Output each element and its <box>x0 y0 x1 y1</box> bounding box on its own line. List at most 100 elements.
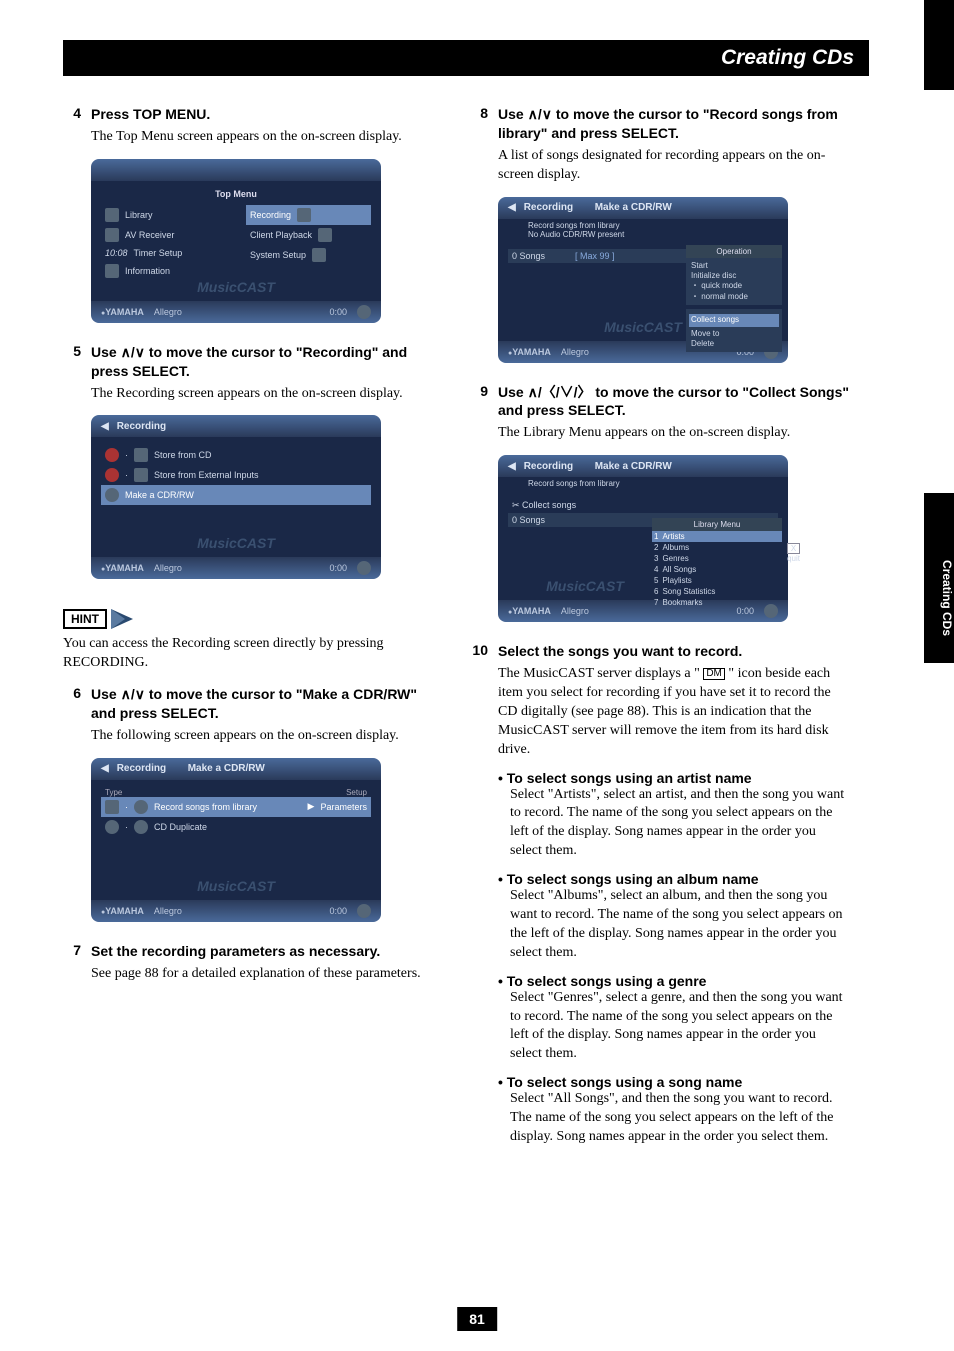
step-number: 5 <box>63 343 81 381</box>
hint-tag: HINT <box>63 609 133 629</box>
step-title: Use ∧/〈/∨/〉 to move the cursor to "Colle… <box>498 383 850 421</box>
track: Allegro <box>561 347 589 357</box>
ss-item: AV Receiver <box>125 230 174 240</box>
brand: YAMAHA <box>105 906 144 916</box>
ss-item: Library <box>125 210 153 220</box>
track: Allegro <box>154 906 182 916</box>
step-number: 6 <box>63 685 81 723</box>
bullet-body: Select "All Songs", and then the song yo… <box>510 1090 850 1147</box>
play-icon <box>357 904 371 918</box>
ss-item: Store from External Inputs <box>154 470 259 480</box>
op-item: ・ quick mode <box>691 281 777 291</box>
play-icon <box>357 561 371 575</box>
top-black-tab <box>924 0 954 90</box>
step-7: 7 Set the recording parameters as necess… <box>63 942 443 961</box>
bullet-body: Select "Albums", select an album, and th… <box>510 887 850 963</box>
watermark: MusicCAST <box>197 279 275 295</box>
brand: YAMAHA <box>512 606 551 616</box>
bullet-title: • To select songs using an album name <box>498 871 850 887</box>
track: Allegro <box>154 307 182 317</box>
step-body: The Recording screen appears on the on-s… <box>91 385 443 404</box>
col-head: Setup <box>346 788 367 797</box>
step-title: Select the songs you want to record. <box>498 642 742 661</box>
screenshot-library-menu: ◀Recording Make a CDR/RW Record songs fr… <box>498 455 788 622</box>
ss-item: Parameters <box>320 802 367 812</box>
step-title: Press TOP MENU. <box>91 105 210 124</box>
step-body: The Library Menu appears on the on-scree… <box>498 424 850 443</box>
brand: YAMAHA <box>105 563 144 573</box>
watermark: MusicCAST <box>604 319 682 335</box>
track: Allegro <box>154 563 182 573</box>
dm-icon: DM <box>703 668 725 680</box>
page-header: Creating CDs <box>63 40 869 76</box>
step-4: 4 Press TOP MENU. <box>63 105 443 124</box>
op-item: Initialize disc <box>691 271 777 281</box>
collect: Collect songs <box>522 500 576 510</box>
step-body: The MusicCAST server displays a " DM " i… <box>498 665 850 759</box>
step-6: 6 Use ∧/∨ to move the cursor to "Make a … <box>63 685 443 723</box>
step-5: 5 Use ∧/∨ to move the cursor to "Recordi… <box>63 343 443 381</box>
ss-item: Store from CD <box>154 450 212 460</box>
step-title: Use ∧/∨ to move the cursor to "Recording… <box>91 343 443 381</box>
lib-item-hl: Artists <box>662 532 684 541</box>
play-icon <box>357 305 371 319</box>
max: [ Max 99 ] <box>575 251 615 261</box>
ss-sub: Record songs from library <box>528 221 620 230</box>
op-item: ・ normal mode <box>691 292 777 302</box>
lib-item: Song Statistics <box>662 587 715 596</box>
ss-title-b: Make a CDR/RW <box>595 461 672 472</box>
time: 0:00 <box>329 307 347 317</box>
page-number: 81 <box>457 1307 497 1331</box>
brand: YAMAHA <box>512 347 551 357</box>
time: 0:00 <box>329 906 347 916</box>
bullet-title: • To select songs using an artist name <box>498 770 850 786</box>
ss-sub: Record songs from library <box>498 477 788 490</box>
op-item-hl: Collect songs <box>689 314 779 326</box>
ss-title-a: Recording <box>524 461 573 472</box>
step-8: 8 Use ∧/∨ to move the cursor to "Record … <box>470 105 850 143</box>
brand: YAMAHA <box>105 307 144 317</box>
ss-item-hl: Recording <box>250 210 291 220</box>
flag-icon <box>111 609 133 629</box>
step-title: Set the recording parameters as necessar… <box>91 942 380 961</box>
timer-icon: 10:08 <box>105 248 128 258</box>
screenshot-make-cdrrw: ◀Recording Make a CDR/RW TypeSetup ·Reco… <box>91 758 381 922</box>
watermark: MusicCAST <box>197 535 275 551</box>
screenshot-record-from-lib: ◀Recording Make a CDR/RW Record songs fr… <box>498 197 788 363</box>
track: Allegro <box>561 606 589 616</box>
ss-item: Timer Setup <box>134 248 183 258</box>
step-number: 8 <box>470 105 488 143</box>
ss-title-a: Recording <box>524 202 573 213</box>
quit-x-icon: X <box>787 543 800 554</box>
op-title: Operation <box>686 245 782 258</box>
bullet-body: Select "Artists", select an artist, and … <box>510 786 850 862</box>
songs-head: 0 Songs <box>512 251 545 261</box>
ss-title-a: Recording <box>117 763 166 774</box>
ss-item-hl: Make a CDR/RW <box>125 490 194 500</box>
bullet-title: • To select songs using a genre <box>498 973 850 989</box>
time: 0:00 <box>329 563 347 573</box>
col-head: Type <box>105 788 346 797</box>
step-title: Use ∧/∨ to move the cursor to "Make a CD… <box>91 685 443 723</box>
lib-item: All Songs <box>662 565 696 574</box>
screenshot-recording: ◀Recording ·Store from CD ·Store from Ex… <box>91 415 381 579</box>
step-10: 10 Select the songs you want to record. <box>470 642 850 661</box>
hint-label: HINT <box>63 609 107 629</box>
lib-item: Bookmarks <box>662 598 702 607</box>
ss-item: Information <box>125 266 170 276</box>
ss-title-b: Make a CDR/RW <box>595 202 672 213</box>
screenshot-top-menu: Top Menu Library AV Receiver 10:08Timer … <box>91 159 381 323</box>
op-item: Start <box>691 261 777 271</box>
step-body: The Top Menu screen appears on the on-sc… <box>91 128 443 147</box>
watermark: MusicCAST <box>197 878 275 894</box>
op-item: Move to <box>691 329 777 339</box>
step-body: See page 88 for a detailed explanation o… <box>91 965 443 984</box>
ss-item: Client Playback <box>250 230 312 240</box>
lib-title: Library Menu <box>652 518 782 531</box>
bullet-body: Select "Genres", select a genre, and the… <box>510 989 850 1065</box>
step-body: A list of songs designated for recording… <box>498 147 850 185</box>
step-number: 4 <box>63 105 81 124</box>
side-tab: Creating CDs <box>924 493 954 663</box>
watermark: MusicCAST <box>546 578 624 594</box>
ss-title: Recording <box>117 421 166 432</box>
